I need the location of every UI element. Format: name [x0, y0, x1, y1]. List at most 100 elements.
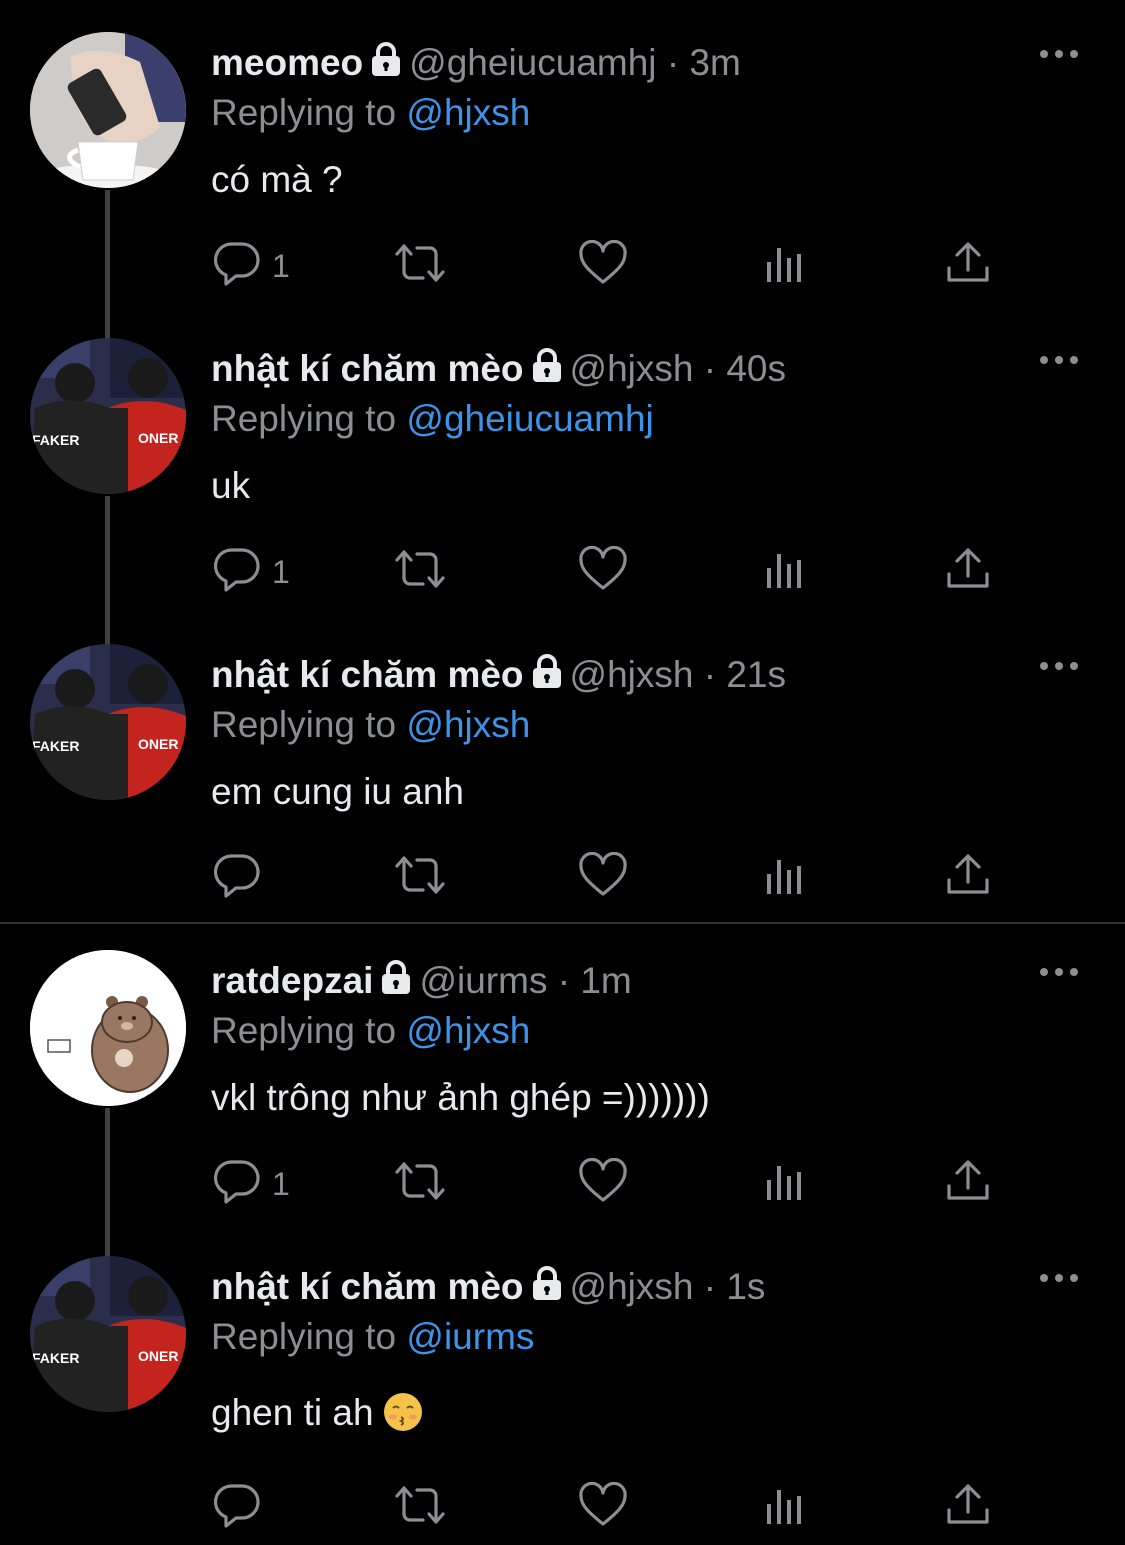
user-handle[interactable]: @gheiucuamhj [409, 42, 656, 83]
retweet-button[interactable] [393, 1482, 447, 1532]
faker-oner-avatar-image: FAKER ONER [30, 644, 186, 800]
display-name[interactable]: nhật kí chăm mèo [211, 654, 524, 695]
share-button[interactable] [945, 546, 991, 596]
comment-icon [214, 854, 260, 898]
timestamp[interactable]: 21s [726, 654, 786, 695]
reply-button[interactable] [214, 852, 260, 902]
share-icon [947, 548, 989, 588]
faker-oner-avatar-image: FAKER ONER [30, 1256, 186, 1412]
views-button[interactable] [765, 240, 807, 290]
share-button[interactable] [945, 240, 991, 290]
more-options-icon[interactable] [1040, 350, 1084, 370]
lock-icon [530, 1266, 564, 1313]
user-handle[interactable]: @hjxsh [570, 654, 694, 695]
reply-button[interactable]: 1 [214, 1158, 290, 1208]
separator-dot: · [666, 42, 680, 83]
more-options-icon[interactable] [1040, 1268, 1084, 1288]
replying-to-label: Replying to [211, 1010, 397, 1051]
like-button[interactable] [578, 852, 628, 902]
timestamp[interactable]: 1s [726, 1266, 765, 1307]
avatar-label: ONER [138, 430, 178, 446]
separator-dot: · [703, 654, 717, 695]
tweet[interactable]: ratdepzai @iurms · 1m Replying to @hjxsh … [0, 918, 1125, 1224]
avatar-label: FAKER [32, 432, 79, 448]
tweet-header: meomeo @gheiucuamhj · 3m [211, 40, 741, 89]
user-handle[interactable]: @iurms [419, 960, 547, 1001]
avatar[interactable] [30, 32, 186, 188]
display-name[interactable]: nhật kí chăm mèo [211, 348, 524, 389]
like-button[interactable] [578, 240, 628, 290]
display-name[interactable]: ratdepzai [211, 960, 373, 1001]
avatar[interactable]: FAKER ONER [30, 338, 186, 494]
reply-count: 1 [272, 554, 290, 590]
retweet-button[interactable] [393, 240, 447, 290]
like-button[interactable] [578, 546, 628, 596]
retweet-button[interactable] [393, 1158, 447, 1208]
lock-icon [379, 960, 413, 1007]
reply-count: 1 [272, 248, 290, 284]
views-button[interactable] [765, 546, 807, 596]
replying-to-label: Replying to [211, 704, 397, 745]
more-options-icon[interactable] [1040, 44, 1084, 64]
avatar-label: FAKER [32, 1350, 79, 1366]
display-name[interactable]: meomeo [211, 42, 363, 83]
timestamp[interactable]: 1m [580, 960, 631, 1001]
reply-count: 1 [272, 1166, 290, 1202]
like-button[interactable] [578, 1482, 628, 1532]
mention-link[interactable]: @gheiucuamhj [406, 398, 653, 439]
avatar[interactable]: FAKER ONER [30, 1256, 186, 1412]
share-icon [947, 242, 989, 282]
reply-button[interactable]: 1 [214, 546, 290, 596]
like-button[interactable] [578, 1158, 628, 1208]
replying-to-label: Replying to [211, 92, 397, 133]
reply-button[interactable]: 1 [214, 240, 290, 290]
mention-link[interactable]: @hjxsh [406, 92, 530, 133]
replying-to-label: Replying to [211, 398, 397, 439]
avatar[interactable] [30, 950, 186, 1106]
lock-icon [530, 654, 564, 701]
analytics-icon [767, 1490, 801, 1524]
views-button[interactable] [765, 852, 807, 902]
tweet-header: ratdepzai @iurms · 1m [211, 958, 632, 1007]
reply-button[interactable] [214, 1482, 260, 1532]
mention-link[interactable]: @hjxsh [406, 704, 530, 745]
share-icon [947, 1484, 989, 1524]
replying-to: Replying to @hjxsh [211, 1008, 530, 1054]
more-options-icon[interactable] [1040, 962, 1084, 982]
comment-icon [214, 242, 260, 286]
views-button[interactable] [765, 1158, 807, 1208]
tweet[interactable]: FAKER ONER nhật kí chăm mèo @hjxsh · 1s R… [0, 1224, 1125, 1545]
timestamp[interactable]: 3m [689, 42, 740, 83]
action-bar: 1 [0, 1158, 1125, 1208]
user-handle[interactable]: @hjxsh [570, 348, 694, 389]
separator-dot: · [703, 348, 717, 389]
views-button[interactable] [765, 1482, 807, 1532]
action-bar: 1 [0, 546, 1125, 596]
avatar[interactable]: FAKER ONER [30, 644, 186, 800]
tweet[interactable]: FAKER ONER nhật kí chăm mèo @hjxsh · 21s … [0, 612, 1125, 918]
share-button[interactable] [945, 852, 991, 902]
mention-link[interactable]: @hjxsh [406, 1010, 530, 1051]
share-button[interactable] [945, 1158, 991, 1208]
display-name[interactable]: nhật kí chăm mèo [211, 1266, 524, 1307]
retweet-icon [395, 244, 445, 282]
comment-icon [214, 1160, 260, 1204]
user-handle[interactable]: @hjxsh [570, 1266, 694, 1307]
avatar-label: FAKER [32, 738, 79, 754]
action-bar: 1 [0, 240, 1125, 290]
heart-icon [579, 852, 627, 896]
separator-dot: · [703, 1266, 717, 1307]
analytics-icon [767, 1166, 801, 1200]
avatar-label: ONER [138, 736, 178, 752]
retweet-button[interactable] [393, 852, 447, 902]
mention-link[interactable]: @iurms [406, 1316, 534, 1357]
heart-icon [579, 546, 627, 590]
more-options-icon[interactable] [1040, 656, 1084, 676]
tweet[interactable]: meomeo @gheiucuamhj · 3m Replying to @hjx… [0, 0, 1125, 306]
timestamp[interactable]: 40s [726, 348, 786, 389]
tweet[interactable]: FAKER ONER nhật kí chăm mèo @hjxsh · 40s … [0, 306, 1125, 612]
retweet-button[interactable] [393, 546, 447, 596]
share-button[interactable] [945, 1482, 991, 1532]
comment-icon [214, 1484, 260, 1528]
tweet-text-container: ghen ti ah [211, 1390, 422, 1436]
